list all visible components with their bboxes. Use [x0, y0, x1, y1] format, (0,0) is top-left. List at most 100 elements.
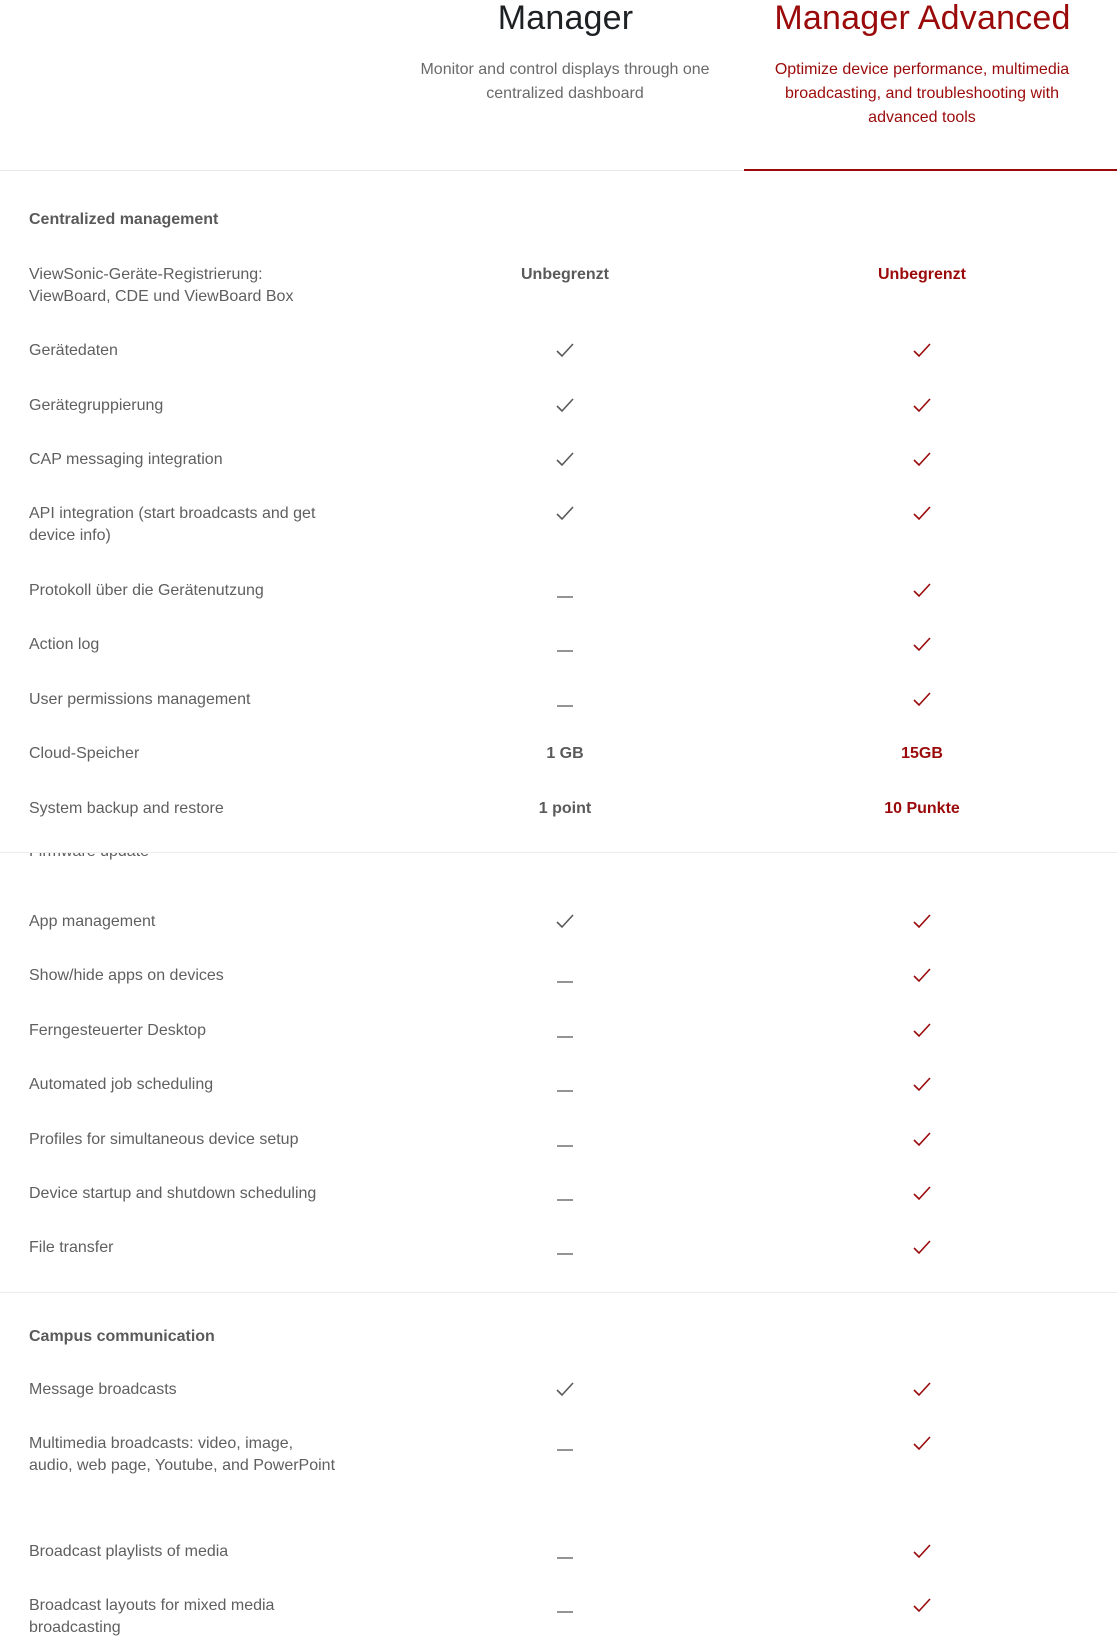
- plan-subtitle-manager-advanced: Optimize device performance, multimedia …: [774, 61, 1070, 126]
- advanced-cell: [822, 503, 1022, 525]
- row-label: Gerätegruppierung: [29, 397, 164, 414]
- row-label: Protokoll über die Gerätenutzung: [29, 582, 264, 599]
- manager-cell: [465, 634, 665, 656]
- plan-subtitle-manager: Monitor and control displays through one…: [420, 61, 710, 102]
- row-label: Message broadcasts: [29, 1381, 177, 1398]
- plan-title-manager: Manager: [497, 0, 634, 37]
- manager-cell: [465, 1183, 665, 1205]
- manager-value: 1 GB: [546, 745, 584, 762]
- dash-icon: [555, 691, 575, 707]
- manager-cell: [465, 911, 665, 933]
- dash-icon: [555, 1185, 575, 1201]
- advanced-cell: [822, 1183, 1022, 1205]
- check-icon: [912, 397, 932, 413]
- advanced-cell: [822, 1379, 1022, 1401]
- manager-cell: [465, 503, 665, 525]
- manager-cell: [465, 395, 665, 417]
- row-label: ViewSonic-Geräte-Registrierung: ViewBoar…: [29, 266, 294, 305]
- check-icon: [912, 505, 932, 521]
- dash-icon: [555, 1435, 575, 1451]
- manager-value: Unbegrenzt: [521, 266, 609, 283]
- check-icon: [912, 1185, 932, 1201]
- row-label: Multimedia broadcasts: video, image, aud…: [29, 1435, 336, 1474]
- check-icon: [555, 505, 575, 521]
- manager-cell: [465, 689, 665, 711]
- manager-value: 1 point: [538, 800, 592, 817]
- advanced-column-highlight: [744, 169, 1117, 171]
- advanced-cell: [822, 1595, 1022, 1617]
- row-label: CAP messaging integration: [29, 451, 223, 468]
- row-label: Ferngesteuerter Desktop: [29, 1022, 206, 1039]
- manager-cell: [465, 449, 665, 471]
- advanced-cell: [822, 580, 1022, 602]
- advanced-cell: [822, 1074, 1022, 1096]
- row-label: App management: [29, 913, 156, 930]
- dash-icon: [555, 1239, 575, 1255]
- advanced-value: 10 Punkte: [884, 800, 960, 817]
- row-label: Action log: [29, 636, 100, 653]
- advanced-cell: [822, 911, 1022, 933]
- dash-icon: [555, 1543, 575, 1559]
- row-label: Cloud-Speicher: [29, 745, 140, 762]
- advanced-cell: [822, 1129, 1022, 1151]
- advanced-cell: [822, 1433, 1022, 1455]
- check-icon: [912, 1435, 932, 1451]
- dash-icon: [555, 1076, 575, 1092]
- section-divider: [0, 1292, 1117, 1293]
- advanced-cell: [822, 395, 1022, 417]
- check-icon: [912, 1131, 932, 1147]
- advanced-cell: [822, 340, 1022, 362]
- check-icon: [912, 1022, 932, 1038]
- dash-icon: [555, 967, 575, 983]
- check-icon: [555, 397, 575, 413]
- advanced-cell: Unbegrenzt: [822, 264, 1022, 286]
- plan-title-manager-advanced: Manager Advanced: [774, 0, 1071, 37]
- clipped-row: Firmware update: [0, 853, 1117, 875]
- dash-icon: [555, 1597, 575, 1613]
- row-label: Automated job scheduling: [29, 1076, 214, 1093]
- advanced-cell: [822, 689, 1022, 711]
- dash-icon: [555, 636, 575, 652]
- manager-cell: [465, 1541, 665, 1563]
- check-icon: [912, 1381, 932, 1397]
- manager-cell: 1 point: [465, 798, 665, 820]
- manager-cell: [465, 580, 665, 602]
- manager-cell: [465, 1379, 665, 1401]
- manager-cell: [465, 1074, 665, 1096]
- manager-cell: [465, 1237, 665, 1259]
- check-icon: [555, 913, 575, 929]
- advanced-cell: [822, 634, 1022, 656]
- check-icon: [912, 1597, 932, 1613]
- manager-cell: [465, 965, 665, 987]
- header-divider: [0, 170, 744, 171]
- check-icon: [912, 913, 932, 929]
- row-label: Broadcast playlists of media: [29, 1543, 229, 1560]
- check-icon: [912, 1076, 932, 1092]
- manager-cell: [465, 340, 665, 362]
- row-label: Firmware update: [29, 853, 149, 863]
- check-icon: [912, 342, 932, 358]
- advanced-value: 15GB: [901, 745, 943, 762]
- row-label: Profiles for simultaneous device setup: [29, 1131, 299, 1148]
- check-icon: [912, 691, 932, 707]
- check-icon: [555, 1381, 575, 1397]
- check-icon: [912, 1543, 932, 1559]
- row-label: File transfer: [29, 1239, 114, 1256]
- row-label: API integration (start broadcasts and ge…: [29, 505, 316, 544]
- row-label: Broadcast layouts for mixed media broadc…: [29, 1597, 275, 1636]
- manager-cell: [465, 1595, 665, 1617]
- check-icon: [555, 451, 575, 467]
- advanced-value: Unbegrenzt: [878, 266, 966, 283]
- row-label: Show/hide apps on devices: [29, 967, 224, 984]
- manager-cell: [465, 1129, 665, 1151]
- check-icon: [912, 967, 932, 983]
- check-icon: [555, 342, 575, 358]
- check-icon: [912, 451, 932, 467]
- check-icon: [912, 582, 932, 598]
- advanced-cell: [822, 1541, 1022, 1563]
- manager-cell: Unbegrenzt: [465, 264, 665, 286]
- dash-icon: [555, 582, 575, 598]
- row-label: Device startup and shutdown scheduling: [29, 1185, 317, 1202]
- advanced-cell: [822, 965, 1022, 987]
- advanced-cell: [822, 449, 1022, 471]
